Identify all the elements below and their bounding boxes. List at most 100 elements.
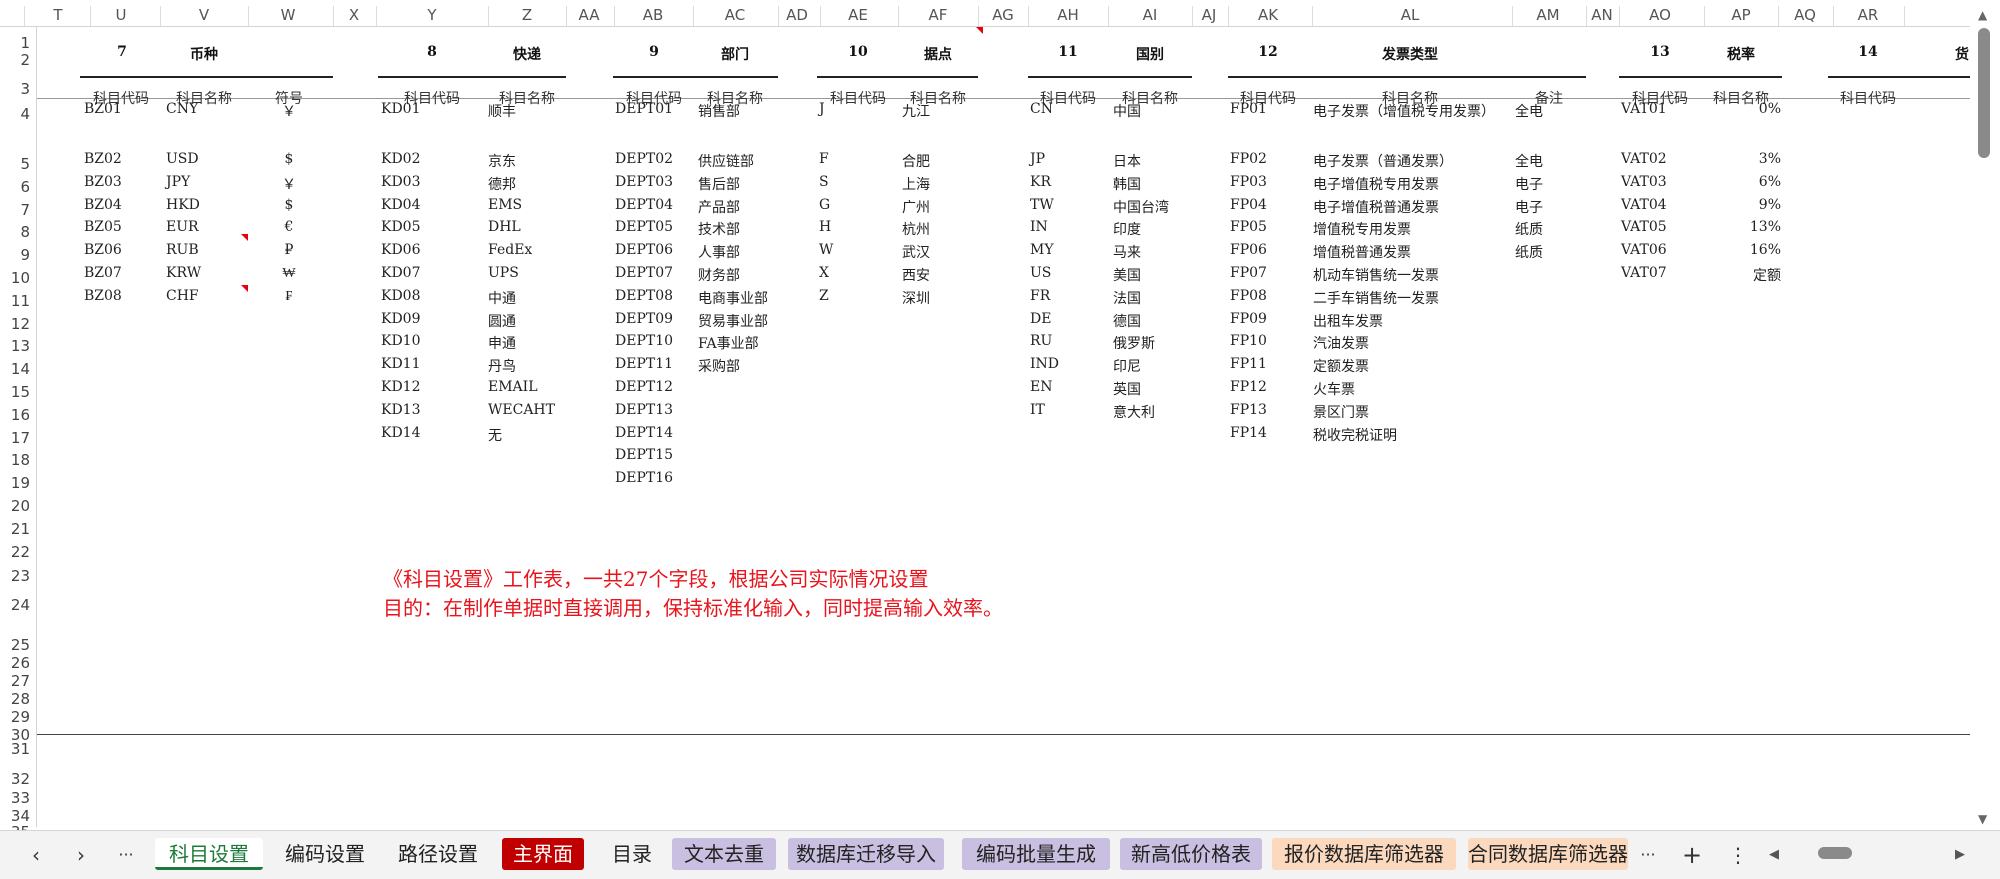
cell-base[interactable]: 武汉 [902, 242, 930, 262]
cell-invoice[interactable]: 全电 [1515, 101, 1543, 121]
cell-country[interactable]: RU [1030, 333, 1052, 349]
spreadsheet-grid[interactable]: 《科目设置》工作表，一共27个字段，根据公司实际情况设置 目的：在制作单据时直接… [37, 27, 1970, 827]
cell-express[interactable]: KD11 [381, 356, 421, 372]
cell-department[interactable]: FA事业部 [698, 333, 759, 353]
cell-express[interactable]: 顺丰 [488, 101, 516, 121]
sheet-tab[interactable]: 文本去重 [672, 838, 776, 870]
row-header-20[interactable]: 20 [0, 497, 30, 515]
cell-invoice[interactable]: 电子增值税普通发票 [1313, 197, 1439, 217]
cell-express[interactable]: KD03 [381, 174, 421, 190]
cell-invoice[interactable]: FP04 [1230, 197, 1267, 213]
cell-department[interactable]: 产品部 [698, 197, 740, 217]
cell-invoice[interactable]: FP03 [1230, 174, 1267, 190]
cell-currency[interactable]: $ [259, 151, 319, 167]
cell-express[interactable]: EMAIL [488, 379, 538, 395]
cell-tax[interactable]: VAT02 [1621, 151, 1667, 167]
scroll-up-icon[interactable]: ▲ [1978, 8, 1987, 22]
cell-department[interactable]: 人事部 [698, 242, 740, 262]
column-header-AM[interactable]: AM [1518, 0, 1578, 26]
cell-invoice[interactable]: FP06 [1230, 242, 1267, 258]
row-header-23[interactable]: 23 [0, 567, 30, 585]
cell-tax[interactable]: 6% [1661, 174, 1781, 190]
cell-country[interactable]: 意大利 [1113, 402, 1155, 422]
cell-invoice[interactable]: 二手车销售统一发票 [1313, 288, 1439, 308]
sheet-tab[interactable]: 报价数据库筛选器 [1272, 838, 1456, 870]
cell-base[interactable]: J [819, 101, 825, 117]
cell-invoice[interactable]: 电子发票（增值税专用发票） [1313, 101, 1495, 121]
row-header-2[interactable]: 2 [0, 51, 30, 69]
hscroll-left-icon[interactable]: ◀ [1760, 841, 1788, 869]
cell-express[interactable]: UPS [488, 265, 519, 281]
cell-invoice[interactable]: 增值税普通发票 [1313, 242, 1411, 262]
add-sheet-icon[interactable]: + [1678, 841, 1706, 869]
cell-invoice[interactable]: FP14 [1230, 425, 1267, 441]
row-header-29[interactable]: 29 [0, 708, 30, 726]
cell-invoice[interactable]: FP09 [1230, 311, 1267, 327]
cell-express[interactable]: 京东 [488, 151, 516, 171]
cell-express[interactable]: KD01 [381, 101, 421, 117]
cell-department[interactable]: DEPT01 [615, 101, 673, 117]
cell-currency[interactable]: RUB [166, 242, 199, 258]
cell-invoice[interactable]: 全电 [1515, 151, 1543, 171]
cell-country[interactable]: US [1030, 265, 1051, 281]
cell-base[interactable]: W [819, 242, 833, 258]
row-header-14[interactable]: 14 [0, 360, 30, 378]
cell-currency[interactable]: ₩ [259, 265, 319, 282]
column-header-AH[interactable]: AH [1038, 0, 1098, 26]
cell-currency[interactable]: $ [259, 197, 319, 213]
column-header-T[interactable]: T [28, 0, 88, 26]
cell-express[interactable]: 中通 [488, 288, 516, 308]
column-header-AP[interactable]: AP [1711, 0, 1771, 26]
cell-currency[interactable]: BZ02 [84, 151, 122, 167]
cell-invoice[interactable]: FP05 [1230, 219, 1267, 235]
cell-currency[interactable]: BZ05 [84, 219, 122, 235]
column-header-AN[interactable]: AN [1572, 0, 1632, 26]
cell-base[interactable]: 九江 [902, 101, 930, 121]
cell-express[interactable]: DHL [488, 219, 521, 235]
cell-currency[interactable]: ₽ [259, 242, 319, 258]
cell-country[interactable]: 美国 [1113, 265, 1141, 285]
row-header-17[interactable]: 17 [0, 429, 30, 447]
cell-department[interactable]: DEPT11 [615, 356, 673, 372]
cell-currency[interactable]: ￥ [259, 101, 319, 121]
row-header-10[interactable]: 10 [0, 269, 30, 287]
cell-express[interactable]: KD10 [381, 333, 421, 349]
sheet-tab[interactable]: 主界面 [502, 838, 584, 870]
cell-department[interactable]: DEPT15 [615, 447, 673, 463]
cell-department[interactable]: 贸易事业部 [698, 311, 768, 331]
cell-invoice[interactable]: 税收完税证明 [1313, 425, 1397, 445]
cell-tax[interactable]: VAT04 [1621, 197, 1667, 213]
cell-department[interactable]: 技术部 [698, 219, 740, 239]
cell-invoice[interactable]: 出租车发票 [1313, 311, 1383, 331]
cell-currency[interactable]: BZ01 [84, 101, 122, 117]
column-header-AR[interactable]: AR [1838, 0, 1898, 26]
row-header-11[interactable]: 11 [0, 292, 30, 310]
cell-invoice[interactable]: 电子增值税专用发票 [1313, 174, 1439, 194]
cell-express[interactable]: 无 [488, 425, 502, 445]
cell-base[interactable]: F [819, 151, 829, 167]
column-header-U[interactable]: U [91, 0, 151, 26]
column-header-AQ[interactable]: AQ [1775, 0, 1835, 26]
row-header-7[interactable]: 7 [0, 201, 30, 219]
cell-base[interactable]: X [819, 265, 829, 281]
cell-department[interactable]: DEPT16 [615, 470, 673, 486]
cell-currency[interactable]: CNY [166, 101, 198, 117]
cell-invoice[interactable]: 电子 [1515, 174, 1543, 194]
column-header-AI[interactable]: AI [1120, 0, 1180, 26]
cell-base[interactable]: 深圳 [902, 288, 930, 308]
cell-department[interactable]: DEPT14 [615, 425, 673, 441]
cell-currency[interactable]: € [259, 219, 319, 235]
row-header-9[interactable]: 9 [0, 246, 30, 264]
next-sheet-icon[interactable]: › [67, 841, 95, 869]
cell-department[interactable]: 财务部 [698, 265, 740, 285]
more-sheets-right-icon[interactable]: ··· [1634, 841, 1662, 869]
cell-department[interactable]: 售后部 [698, 174, 740, 194]
column-header-X[interactable]: X [324, 0, 384, 26]
sheet-menu-icon[interactable]: ⋮ [1724, 841, 1752, 869]
cell-invoice[interactable]: FP11 [1230, 356, 1267, 372]
cell-invoice[interactable]: FP13 [1230, 402, 1267, 418]
column-header-AL[interactable]: AL [1380, 0, 1440, 26]
cell-invoice[interactable]: 汽油发票 [1313, 333, 1369, 353]
row-header-3[interactable]: 3 [0, 80, 30, 98]
row-header-31[interactable]: 31 [0, 740, 30, 758]
